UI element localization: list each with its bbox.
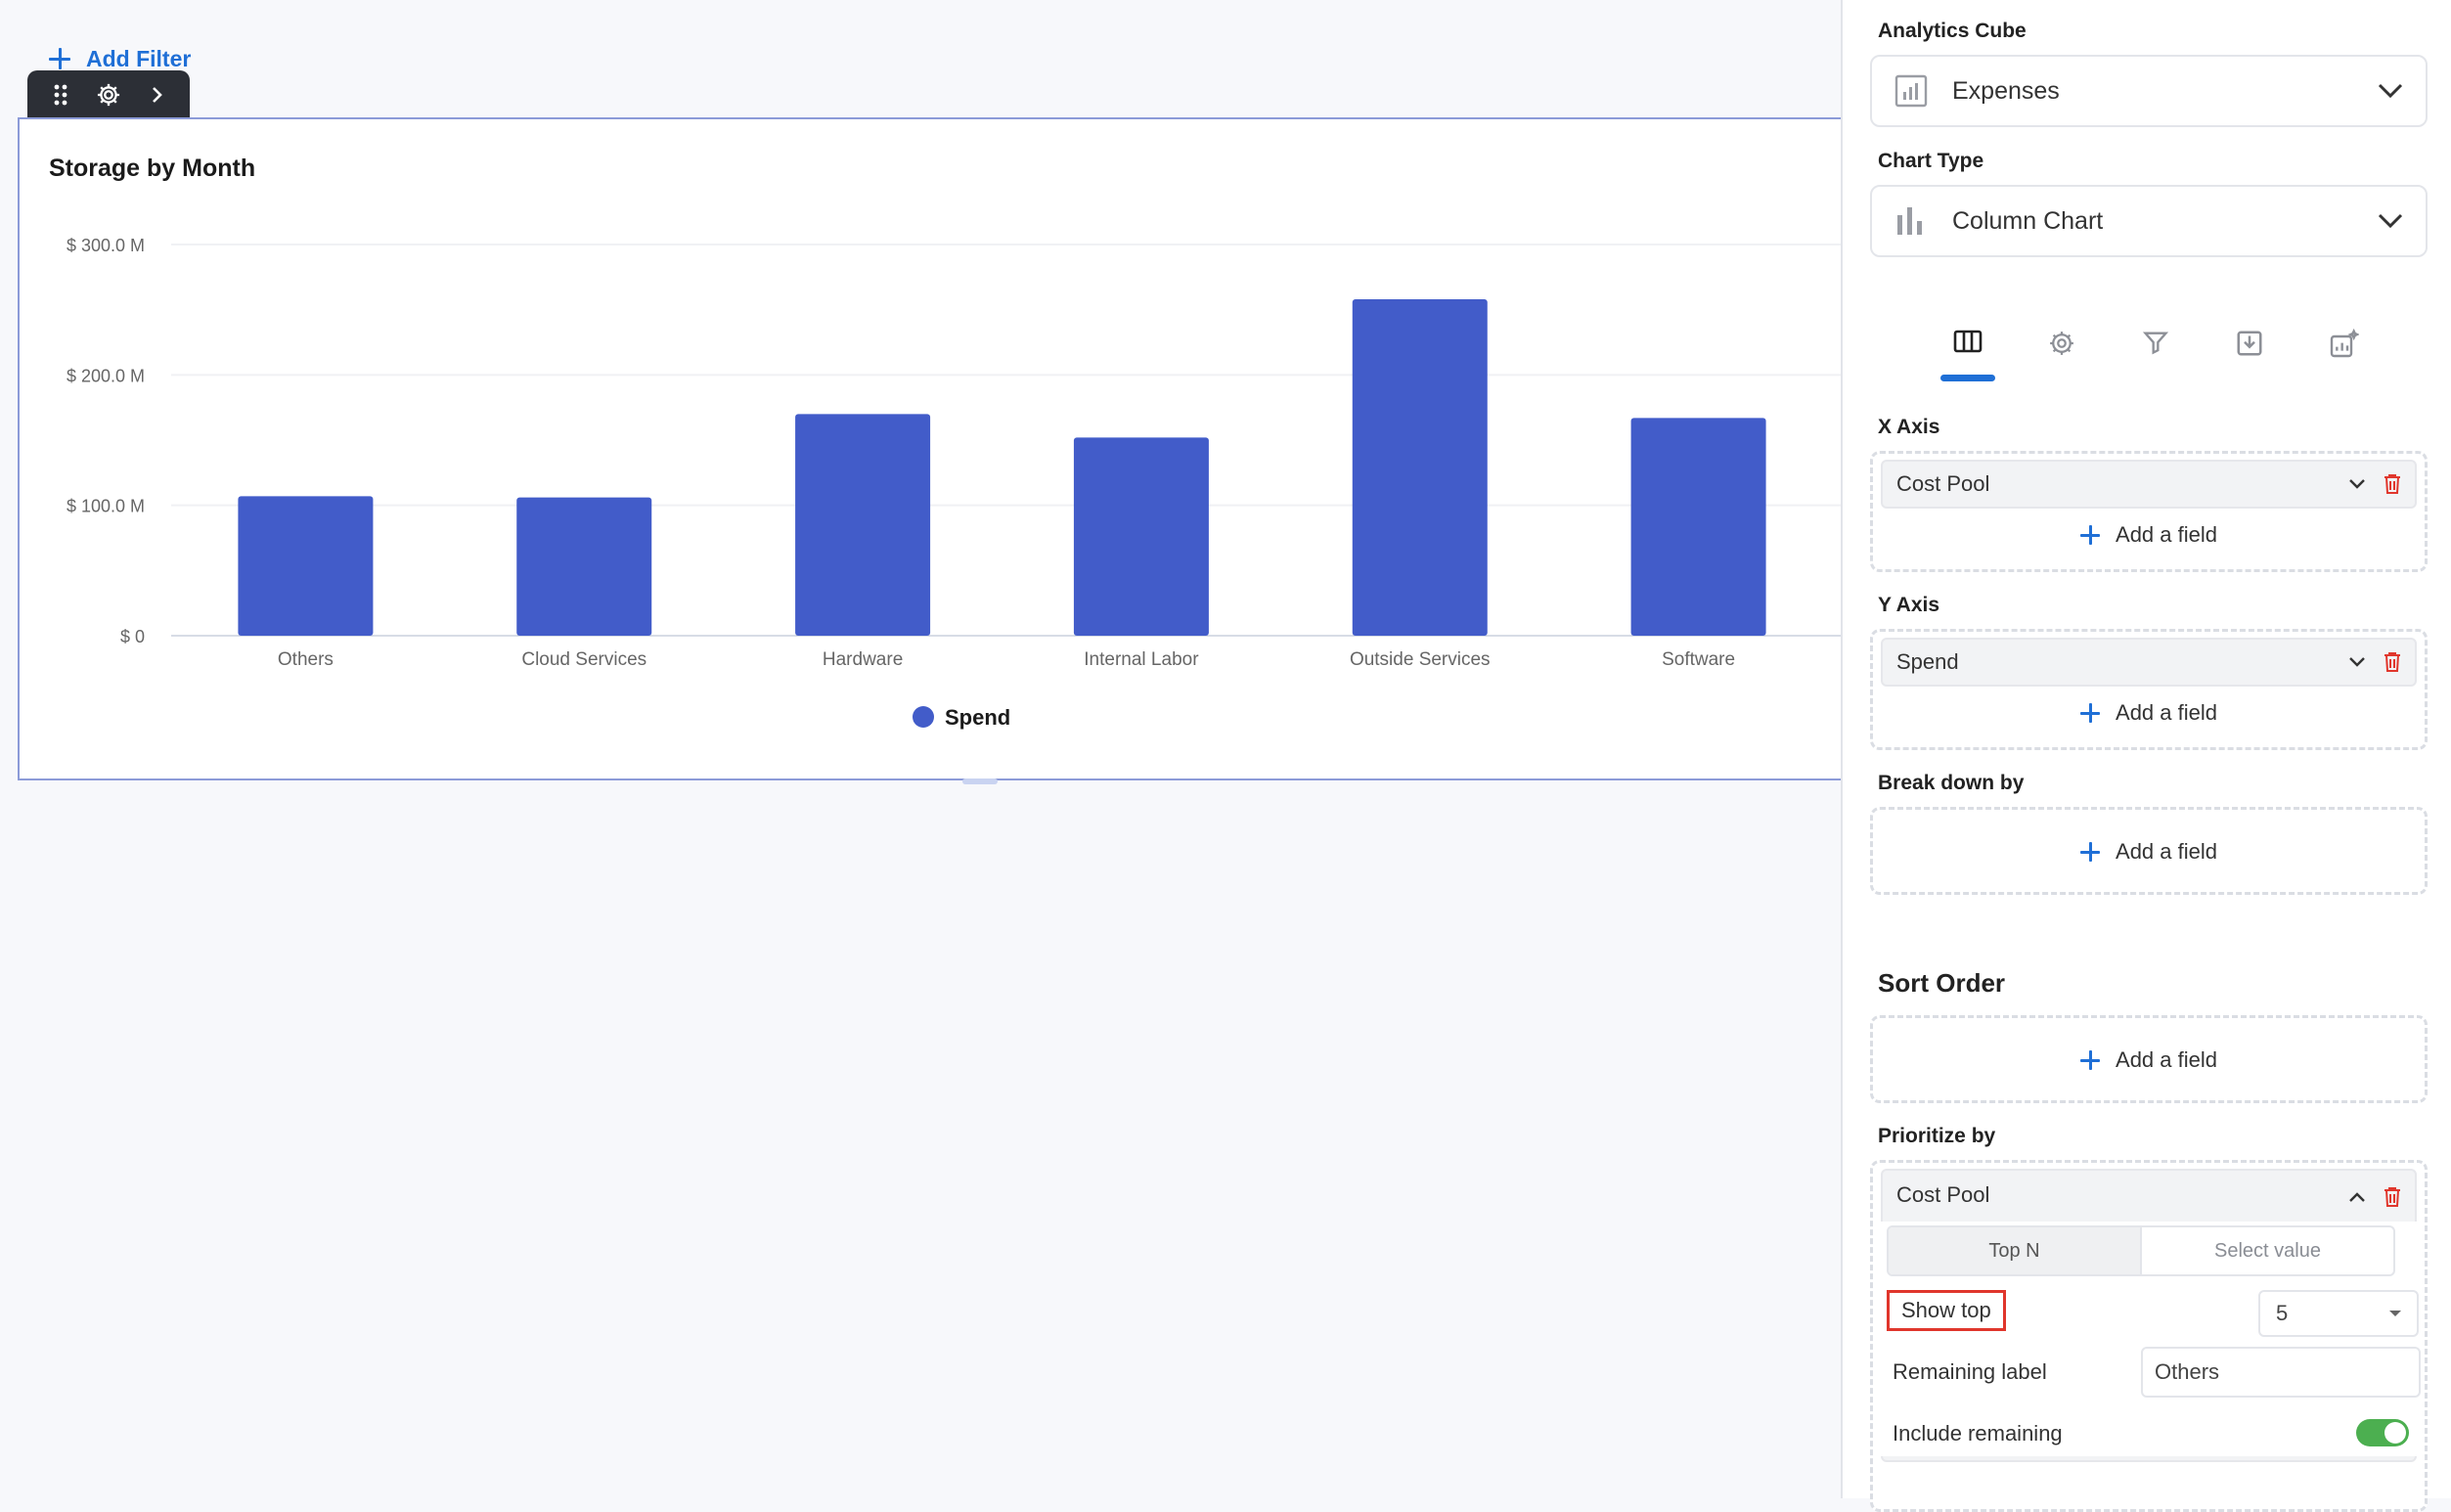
legend-marker (913, 706, 934, 728)
analytics-cube-select[interactable]: Expenses (1870, 55, 2428, 127)
prioritize-field-name[interactable]: Cost Pool (1896, 1182, 2348, 1208)
tab-export[interactable] (2222, 323, 2277, 381)
y-tick-label: $ 300.0 M (67, 236, 145, 255)
sort-add-field[interactable]: Add a field (1873, 1047, 2425, 1073)
legend-label: Spend (945, 705, 1010, 730)
include-remaining-toggle[interactable] (2356, 1419, 2409, 1446)
show-top-value: 5 (2276, 1301, 2289, 1325)
resize-handle[interactable] (962, 778, 998, 784)
prioritize-mode-toggle: Top N Select value (1887, 1225, 2395, 1276)
chevron-down-icon[interactable] (2348, 478, 2366, 490)
y-axis-add-field[interactable]: Add a field (1873, 700, 2425, 726)
remaining-label-input[interactable]: Others (2141, 1347, 2421, 1398)
x-axis-field-name: Cost Pool (1896, 471, 1990, 496)
x-tick-label: Others (278, 649, 334, 670)
y-axis-field-name: Spend (1896, 649, 1959, 674)
x-tick-label: Internal Labor (1084, 649, 1199, 670)
download-icon (2237, 331, 2262, 356)
tab-filter[interactable] (2128, 323, 2183, 381)
x-tick-label: Cloud Services (521, 649, 646, 670)
caret-down-icon (2389, 1311, 2401, 1316)
chevron-down-icon (2378, 213, 2403, 229)
widget-toolbar (27, 70, 190, 119)
x-tick-label: Outside Services (1350, 649, 1491, 670)
chart-type-value: Column Chart (1952, 206, 2104, 235)
breakdown-dropzone: Add a field (1870, 807, 2428, 895)
column-chart: $ 0 $ 100.0 M $ 200.0 M $ 300.0 M Others Clou… (67, 236, 1843, 730)
breakdown-label: Break down by (1878, 772, 2025, 794)
column-chart-icon (1897, 207, 1922, 235)
x-tick-label: Hardware (823, 649, 903, 670)
sort-order-label: Sort Order (1878, 968, 2006, 998)
analytics-cube-label: Analytics Cube (1878, 20, 2027, 42)
select-value-option[interactable]: Select value (2142, 1227, 2393, 1274)
analytics-cube-value: Expenses (1952, 76, 2060, 105)
plus-icon (2080, 703, 2101, 723)
widget-settings-icon[interactable] (91, 77, 126, 112)
trash-icon[interactable] (2384, 1186, 2401, 1208)
x-axis-dropzone: Cost Pool Add a field (1870, 451, 2428, 572)
prioritize-label: Prioritize by (1878, 1125, 1996, 1147)
add-field-label: Add a field (2116, 1047, 2217, 1072)
breakdown-add-field[interactable]: Add a field (1873, 839, 2425, 865)
x-axis-field[interactable]: Cost Pool (1881, 460, 2417, 509)
plus-icon (2080, 1050, 2101, 1070)
tab-columns[interactable] (1940, 323, 1995, 381)
chevron-down-icon[interactable] (2348, 656, 2366, 668)
prioritize-dropzone: Cost Pool Top N Select value Show top 5 … (1870, 1160, 2428, 1512)
remaining-label-label: Remaining label (1893, 1359, 2047, 1384)
bar (795, 414, 931, 636)
tab-settings[interactable] (2034, 323, 2089, 381)
add-field-label: Add a field (2116, 700, 2217, 725)
plus-icon (2080, 525, 2101, 545)
sort-order-dropzone: Add a field (1870, 1015, 2428, 1103)
drag-handle-icon[interactable] (43, 77, 78, 112)
chevron-right-icon[interactable] (139, 77, 174, 112)
x-tick-label: Software (1662, 649, 1735, 670)
config-tabs (1940, 323, 2371, 381)
show-top-select[interactable]: 5 (2258, 1290, 2419, 1337)
chevron-up-icon[interactable] (2348, 1191, 2366, 1203)
tab-ai[interactable] (2316, 323, 2371, 381)
add-field-label: Add a field (2116, 522, 2217, 547)
dashboard-canvas: Add Filter Storage by Month $ 0 $ 100.0 M… (0, 0, 1843, 1498)
y-axis-label: Y Axis (1878, 594, 1940, 616)
bar (1352, 299, 1488, 636)
ai-chart-icon (2330, 329, 2359, 358)
bar (238, 496, 374, 636)
y-tick-label: $ 100.0 M (67, 497, 145, 516)
x-axis-add-field[interactable]: Add a field (1873, 522, 2425, 548)
bar (516, 497, 652, 636)
trash-icon[interactable] (2384, 473, 2401, 495)
y-tick-label: $ 0 (120, 627, 145, 646)
chart-widget[interactable]: Storage by Month $ 0 $ 100.0 M $ 200.0 M $ … (18, 117, 1843, 784)
top-n-option[interactable]: Top N (1889, 1227, 2142, 1274)
bar (1630, 418, 1766, 636)
cube-chart-icon (1894, 74, 1928, 108)
chart-config-panel: Analytics Cube Expenses Chart Type Colum… (1841, 0, 2451, 1512)
bar (1073, 437, 1209, 636)
columns-icon (1953, 330, 1983, 353)
chevron-down-icon (2378, 83, 2403, 99)
add-field-label: Add a field (2116, 839, 2217, 864)
show-top-label: Show top (1887, 1290, 2006, 1331)
x-axis-label: X Axis (1878, 416, 1940, 438)
add-filter-label: Add Filter (86, 45, 192, 71)
y-tick-label: $ 200.0 M (67, 366, 145, 385)
chart-type-select[interactable]: Column Chart (1870, 185, 2428, 257)
prioritize-options: Top N Select value Show top 5 Remaining … (1881, 1222, 2421, 1456)
trash-icon[interactable] (2384, 651, 2401, 673)
chart-type-label: Chart Type (1878, 150, 1984, 172)
include-remaining-label: Include remaining (1893, 1421, 2063, 1445)
plus-icon (49, 48, 70, 69)
filter-icon (2142, 332, 2169, 355)
y-axis-field[interactable]: Spend (1881, 638, 2417, 687)
gear-icon (2050, 332, 2073, 355)
plus-icon (2080, 842, 2101, 862)
y-axis-dropzone: Spend Add a field (1870, 629, 2428, 750)
